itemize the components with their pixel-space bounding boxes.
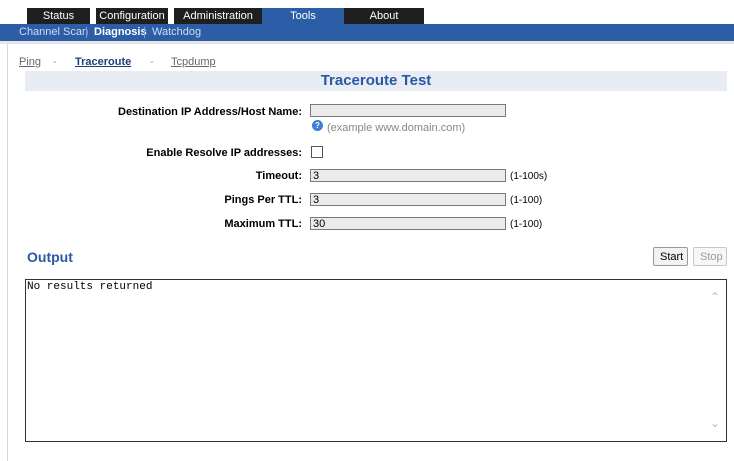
chevron-up-icon[interactable]: ⌃ [710, 290, 720, 304]
timeout-label: Timeout: [255, 170, 302, 182]
tab-status[interactable]: Status [27, 8, 90, 24]
subnav-diagnosis[interactable]: Diagnosis [94, 24, 147, 41]
link-tcpdump[interactable]: Tcpdump [171, 56, 216, 68]
subnav-divider [144, 27, 145, 38]
page-title: Traceroute Test [25, 71, 727, 91]
subnav-watchdog[interactable]: Watchdog [152, 24, 201, 41]
timeout-range-hint: (1-100s) [510, 171, 548, 182]
tab-administration[interactable]: Administration [174, 8, 262, 24]
subnav-divider [86, 27, 87, 38]
page-left-border [7, 0, 8, 461]
maximum-ttl-label: Maximum TTL: [224, 218, 302, 230]
output-textarea[interactable]: No results returned ⌃ ⌄ [25, 279, 727, 442]
destination-example: (example www.domain.com) [327, 122, 466, 134]
tab-configuration[interactable]: Configuration [96, 8, 168, 24]
stop-button[interactable]: Stop [693, 247, 727, 266]
maximum-ttl-input[interactable] [310, 217, 506, 230]
destination-input[interactable] [310, 104, 506, 117]
pings-per-ttl-input[interactable] [310, 193, 506, 206]
subnav-channel-scan[interactable]: Channel Scan [19, 24, 88, 41]
pings-range-hint: (1-100) [510, 195, 543, 206]
output-text: No results returned [27, 281, 153, 293]
link-ping[interactable]: Ping [19, 56, 41, 68]
pings-per-ttl-label: Pings Per TTL: [224, 194, 302, 206]
output-title: Output [27, 249, 73, 265]
tab-tools[interactable]: Tools [262, 8, 344, 24]
sub-navigation: Channel Scan Diagnosis Watchdog [0, 24, 734, 41]
tab-about[interactable]: About [344, 8, 424, 24]
timeout-input[interactable] [310, 169, 506, 182]
maxttl-range-hint: (1-100) [510, 219, 543, 230]
help-icon[interactable]: ? [312, 120, 323, 131]
destination-label: Destination IP Address/Host Name: [118, 106, 302, 118]
link-separator: - [150, 56, 154, 68]
subnav-shadow [0, 41, 734, 44]
resolve-ip-label: Enable Resolve IP addresses: [146, 147, 302, 159]
resolve-ip-checkbox[interactable] [311, 146, 323, 158]
start-button[interactable]: Start [653, 247, 688, 266]
top-tab-bar: Status Configuration Administration Tool… [0, 0, 734, 24]
link-separator: - [53, 56, 57, 68]
chevron-down-icon[interactable]: ⌄ [710, 416, 720, 430]
link-traceroute[interactable]: Traceroute [75, 56, 131, 68]
